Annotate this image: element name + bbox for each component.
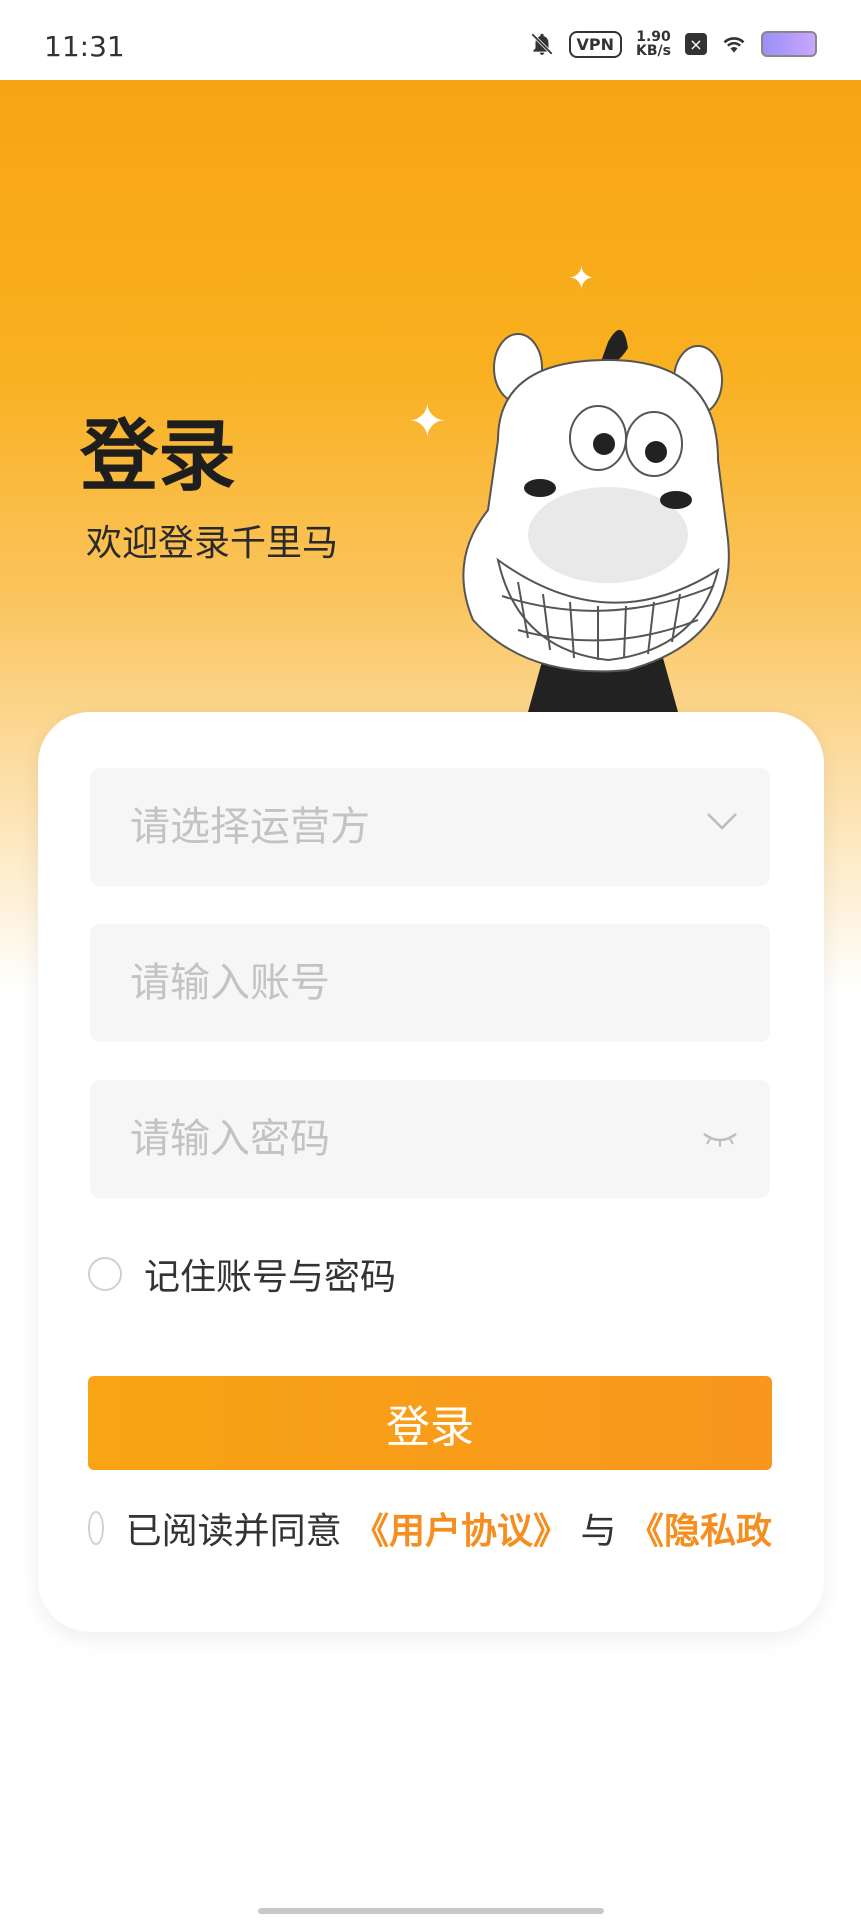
speed-value: 1.90 bbox=[636, 29, 671, 45]
privacy-policy-link[interactable]: 《隐私政 bbox=[628, 1511, 772, 1552]
page-title: 登录 bbox=[80, 412, 237, 502]
status-bar: 11:31 VPN 1.90 KB/s × bbox=[0, 0, 861, 80]
agreement-text: 已阅读并同意 《用户协议》 与 《隐私政 bbox=[126, 1502, 772, 1554]
operator-select[interactable] bbox=[90, 768, 770, 886]
status-icons: VPN 1.90 KB/s × bbox=[529, 30, 817, 58]
agreement-row: 已阅读并同意 《用户协议》 与 《隐私政 bbox=[88, 1502, 772, 1554]
account-input[interactable] bbox=[128, 959, 672, 1007]
chevron-down-icon bbox=[707, 813, 737, 830]
close-box-icon: × bbox=[685, 33, 707, 55]
user-agreement-link[interactable]: 《用户协议》 bbox=[353, 1511, 569, 1552]
eye-closed-icon[interactable] bbox=[700, 1128, 740, 1148]
account-field[interactable] bbox=[90, 924, 770, 1042]
welcome-subtitle: 欢迎登录千里马 bbox=[86, 523, 339, 564]
remember-checkbox[interactable] bbox=[88, 1257, 122, 1291]
battery-icon bbox=[761, 31, 817, 57]
agreement-and: 与 bbox=[580, 1511, 617, 1552]
bell-muted-icon bbox=[529, 31, 555, 57]
status-time: 11:31 bbox=[44, 30, 125, 63]
remember-label: 记住账号与密码 bbox=[144, 1257, 397, 1298]
horse-mascot bbox=[458, 320, 758, 712]
login-button[interactable]: 登录 bbox=[88, 1376, 772, 1470]
agreement-prefix: 已阅读并同意 bbox=[125, 1511, 342, 1552]
operator-input[interactable] bbox=[128, 803, 672, 851]
network-speed: 1.90 KB/s bbox=[636, 30, 671, 58]
wifi-icon bbox=[721, 31, 747, 57]
sparkle-icon: ✦ bbox=[408, 394, 447, 448]
speed-unit: KB/s bbox=[636, 43, 671, 59]
sparkle-icon: ✦ bbox=[568, 259, 595, 297]
home-indicator[interactable] bbox=[258, 1908, 604, 1914]
password-field[interactable] bbox=[90, 1080, 770, 1198]
vpn-icon: VPN bbox=[568, 30, 623, 58]
agreement-checkbox[interactable] bbox=[88, 1511, 104, 1545]
remember-row[interactable]: 记住账号与密码 bbox=[88, 1248, 396, 1300]
password-input[interactable] bbox=[128, 1115, 672, 1163]
